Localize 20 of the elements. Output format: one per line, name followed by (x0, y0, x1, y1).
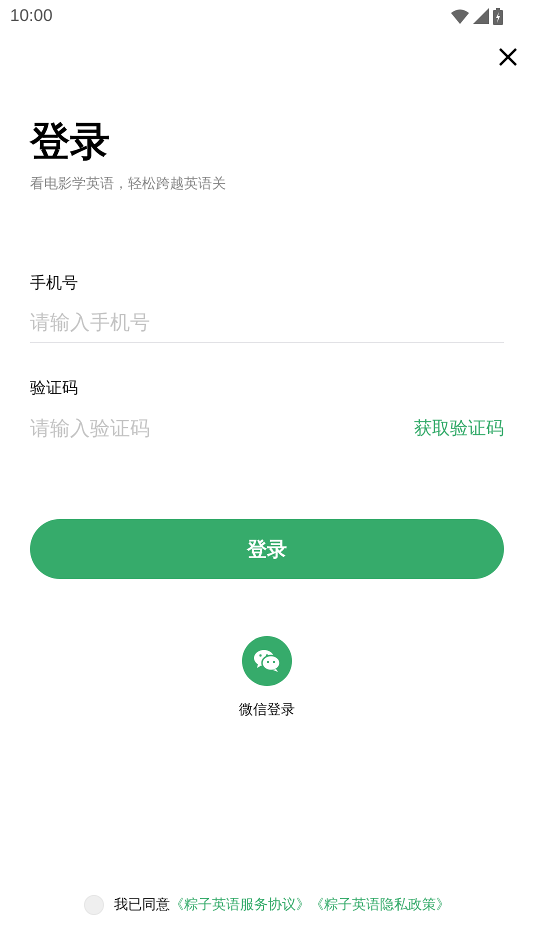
get-code-button[interactable]: 获取验证码 (414, 416, 504, 440)
agree-checkbox[interactable] (84, 895, 104, 915)
status-time: 10:00 (10, 6, 53, 26)
battery-charging-icon (493, 8, 503, 24)
field-label: 手机号 (30, 272, 78, 294)
agreement-text: 我已同意 (114, 896, 170, 915)
field-label: 验证码 (30, 377, 78, 399)
policy-link[interactable]: 《粽子英语隐私政策》 (310, 895, 450, 915)
wechat-login-button[interactable] (242, 636, 292, 686)
wifi-icon (451, 8, 469, 24)
phone-input-field[interactable]: 请输入手机号 (30, 302, 504, 342)
chat-bubbles-icon (253, 649, 281, 673)
login-button[interactable]: 登录 (30, 519, 504, 579)
page-title: 登录 (30, 118, 111, 166)
code-input-field[interactable]: 请输入验证码 (30, 408, 414, 448)
subtitle: 看电影学英语，轻松跨越英语关 (30, 175, 226, 194)
close-icon[interactable] (498, 47, 518, 67)
wechat-login-label: 微信登录 (239, 701, 295, 720)
signal-icon (473, 8, 489, 24)
policy-link[interactable]: 《粽子英语服务协议》 (170, 895, 310, 915)
